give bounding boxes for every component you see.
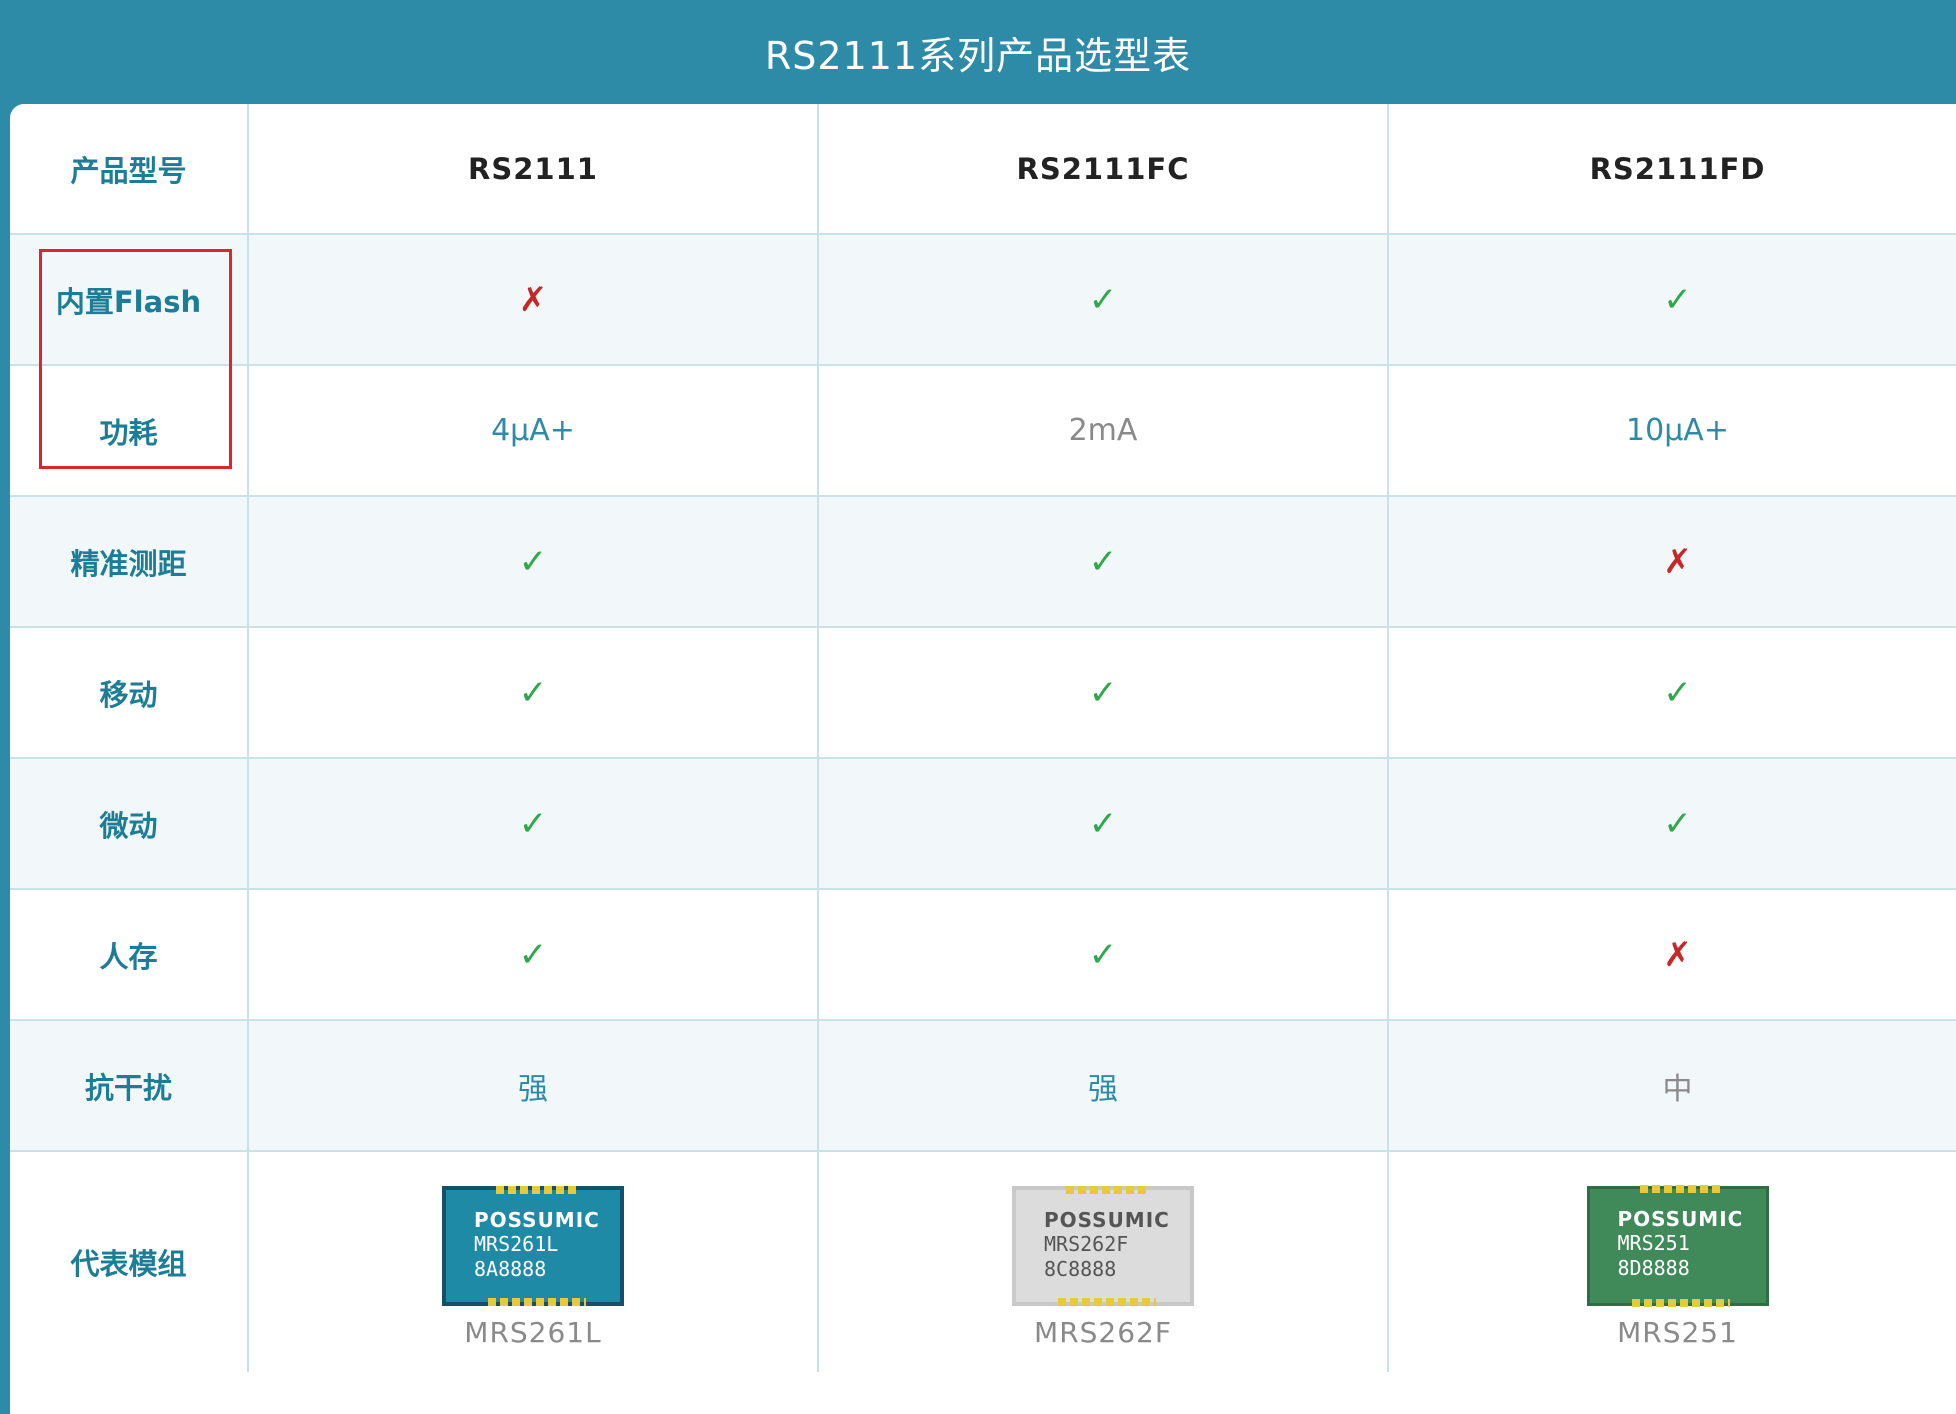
table-row: 精准测距 ✓ ✓ ✗	[10, 497, 1956, 628]
modules-row: 代表模组 POSSUMIC MRS261L 8A8888 MRS261L POS…	[10, 1152, 1956, 1414]
page-title: RS2111系列产品选型表	[764, 33, 1192, 78]
table-row: 移动 ✓ ✓ ✓	[10, 628, 1956, 759]
table-row: 功耗 4μA+ 2mA 10μA+	[10, 366, 1956, 497]
selection-table: 产品型号 RS2111 RS2111FC RS2111FD 内置Flash ✗ …	[10, 104, 1956, 1414]
cross-icon: ✗	[1663, 934, 1692, 975]
power-value: 4μA+	[249, 366, 819, 495]
module-name: MRS261L	[464, 1315, 602, 1349]
check-icon: ✓	[819, 890, 1389, 1019]
module-chip-image: POSSUMIC MRS262F 8C8888	[1012, 1185, 1194, 1306]
chip-code: 8D8888	[1617, 1255, 1690, 1280]
table-row: 内置Flash ✗ ✓ ✓	[10, 235, 1956, 366]
row-label: 产品型号	[10, 104, 249, 233]
check-icon: ✓	[1663, 803, 1692, 844]
module-cell: POSSUMIC MRS262F 8C8888 MRS262F	[819, 1152, 1389, 1372]
cross-icon: ✗	[1663, 541, 1692, 582]
check-icon: ✓	[819, 628, 1389, 757]
model-header: RS2111FC	[819, 104, 1389, 233]
row-label: 微动	[10, 759, 249, 888]
row-label: 抗干扰	[10, 1021, 249, 1150]
check-icon: ✓	[1663, 279, 1692, 320]
power-value: 2mA	[819, 366, 1389, 495]
model-header: RS2111	[249, 104, 819, 233]
row-label: 精准测距	[10, 497, 249, 626]
chip-model: MRS261L	[474, 1231, 559, 1256]
module-chip-image: POSSUMIC MRS251 8D8888	[1586, 1184, 1769, 1307]
table-row: 微动 ✓ ✓ ✓	[10, 759, 1956, 890]
row-label: 移动	[10, 628, 249, 757]
module-cell: POSSUMIC MRS251 8D8888 MRS251	[1389, 1152, 1956, 1372]
interference-value: 强	[819, 1021, 1389, 1150]
table-row: 人存 ✓ ✓ ✗	[10, 890, 1956, 1021]
check-icon: ✓	[249, 890, 819, 1019]
module-chip-image: POSSUMIC MRS261L 8A8888	[442, 1185, 624, 1306]
chip-brand: POSSUMIC	[1044, 1207, 1170, 1232]
interference-value: 中	[1662, 1071, 1693, 1107]
check-icon: ✓	[249, 497, 819, 626]
model-header: RS2111FD	[1589, 151, 1766, 186]
highlight-annotation-box	[39, 249, 232, 469]
check-icon: ✓	[819, 759, 1389, 888]
chip-model: MRS262F	[1044, 1231, 1129, 1256]
check-icon: ✓	[819, 235, 1389, 364]
module-name: MRS262F	[1034, 1315, 1172, 1349]
row-label: 代表模组	[10, 1152, 249, 1372]
check-icon: ✓	[819, 497, 1389, 626]
module-name: MRS251	[1617, 1315, 1738, 1349]
check-icon: ✓	[249, 759, 819, 888]
power-value: 10μA+	[1626, 413, 1729, 448]
check-icon: ✓	[249, 628, 819, 757]
chip-code: 8C8888	[1044, 1256, 1117, 1281]
table-row: 抗干扰 强 强 中	[10, 1021, 1956, 1152]
check-icon: ✓	[1663, 672, 1692, 713]
chip-model: MRS251	[1617, 1230, 1690, 1255]
chip-brand: POSSUMIC	[1617, 1206, 1744, 1231]
interference-value: 强	[249, 1021, 819, 1150]
cross-icon: ✗	[249, 235, 819, 364]
chip-brand: POSSUMIC	[474, 1207, 600, 1232]
row-label: 人存	[10, 890, 249, 1019]
module-cell: POSSUMIC MRS261L 8A8888 MRS261L	[249, 1152, 819, 1372]
table-header-row: 产品型号 RS2111 RS2111FC RS2111FD	[10, 104, 1956, 235]
chip-code: 8A8888	[474, 1256, 547, 1281]
